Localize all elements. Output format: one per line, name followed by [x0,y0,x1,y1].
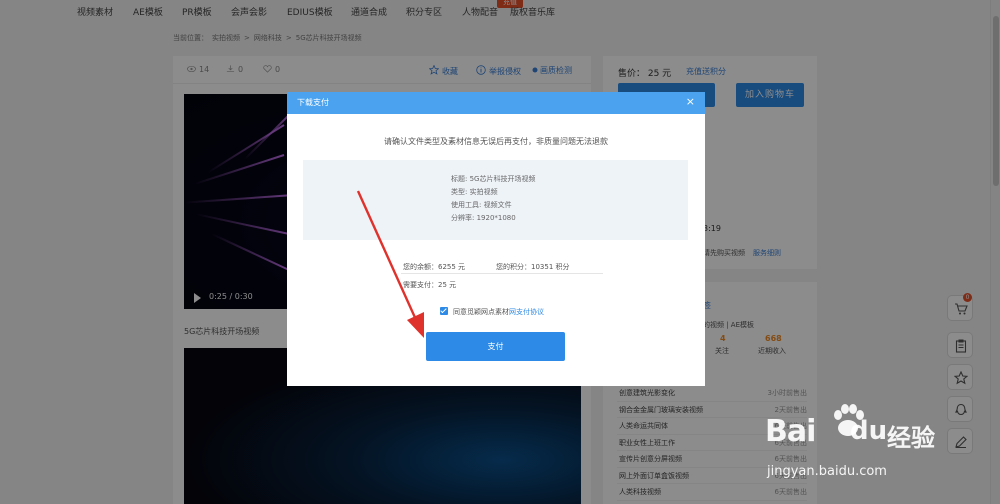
baidu-jingyan-watermark: Bai du 经验 jingyan.baidu.com [765,394,945,504]
watermark-suffix: 经验 [887,424,935,452]
watermark-url: jingyan.baidu.com [767,464,887,479]
watermark-brand-du: du [850,416,888,446]
watermark-brand: Bai [765,414,816,449]
arrow-shaft [356,190,419,323]
